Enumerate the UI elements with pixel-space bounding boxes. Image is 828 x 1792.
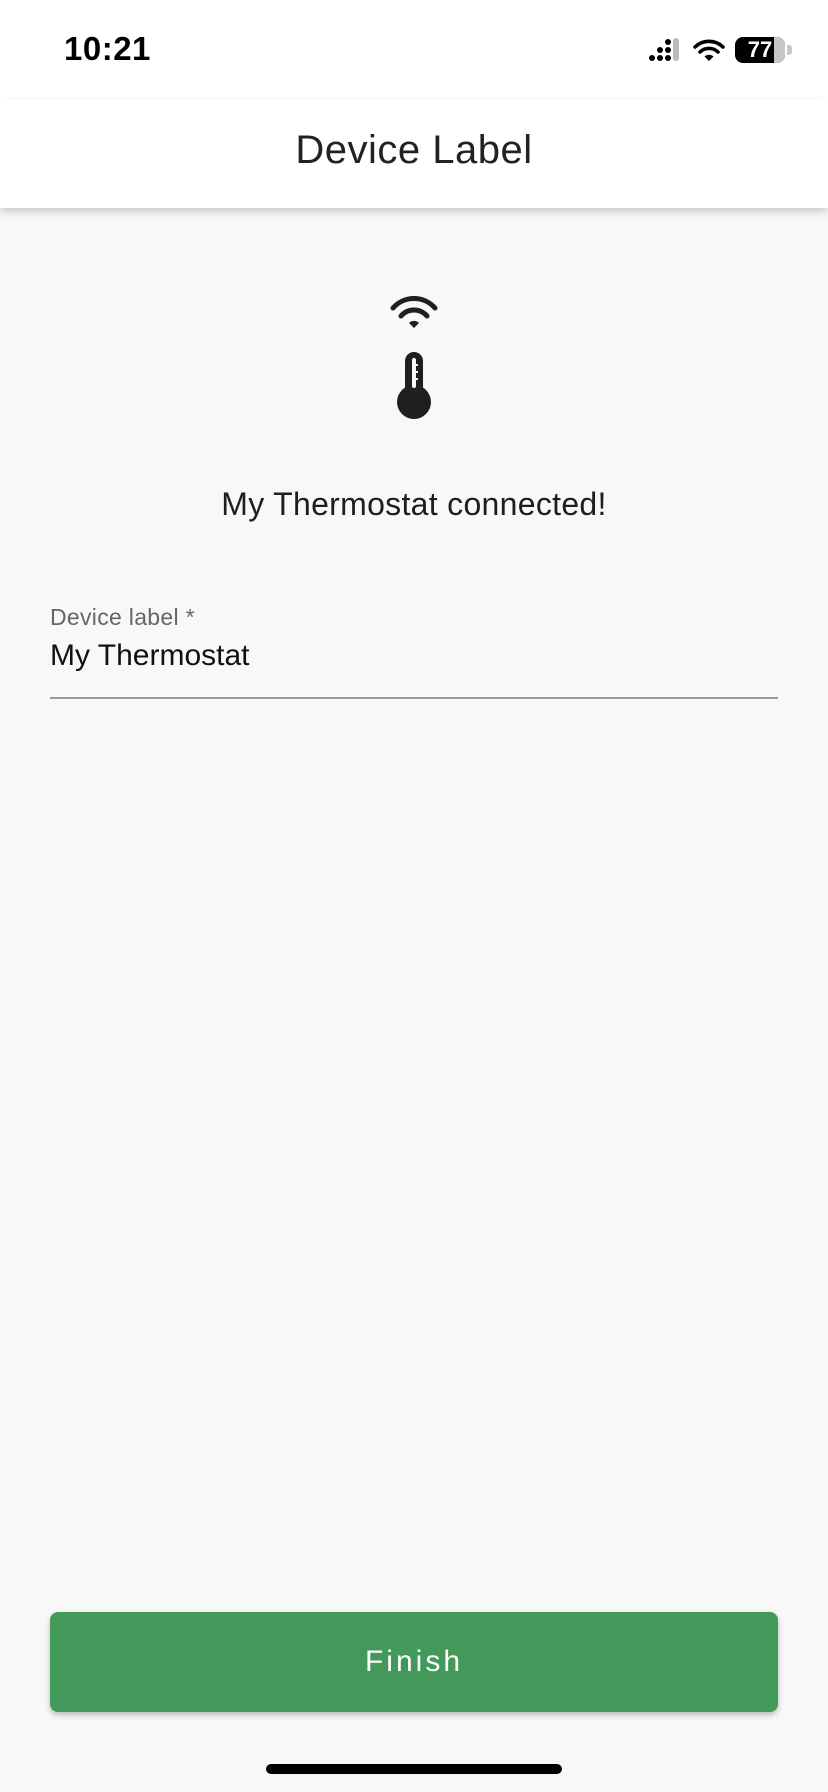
thermometer-icon [397, 352, 431, 419]
status-bar: 10:21 77 [0, 0, 828, 100]
wifi-icon [390, 296, 438, 328]
status-icons: 77 [649, 34, 792, 66]
status-time: 10:21 [64, 30, 151, 67]
app-bar: Device Label [0, 100, 828, 208]
device-label-field-label: Device label * [50, 604, 195, 630]
battery-level: 77 [747, 37, 773, 62]
device-label-underline [50, 697, 778, 699]
device-label-field: Device label * [50, 604, 778, 699]
home-indicator[interactable] [266, 1764, 562, 1774]
finish-button[interactable]: Finish [50, 1612, 778, 1712]
cellular-signal-icon [649, 38, 679, 61]
wifi-icon [693, 39, 725, 61]
device-label-input[interactable] [50, 631, 778, 697]
page-title: Device Label [295, 128, 533, 172]
connection-status-message: My Thermostat connected! [221, 486, 607, 522]
battery-icon: 77 [735, 37, 785, 63]
device-illustration [0, 292, 828, 422]
